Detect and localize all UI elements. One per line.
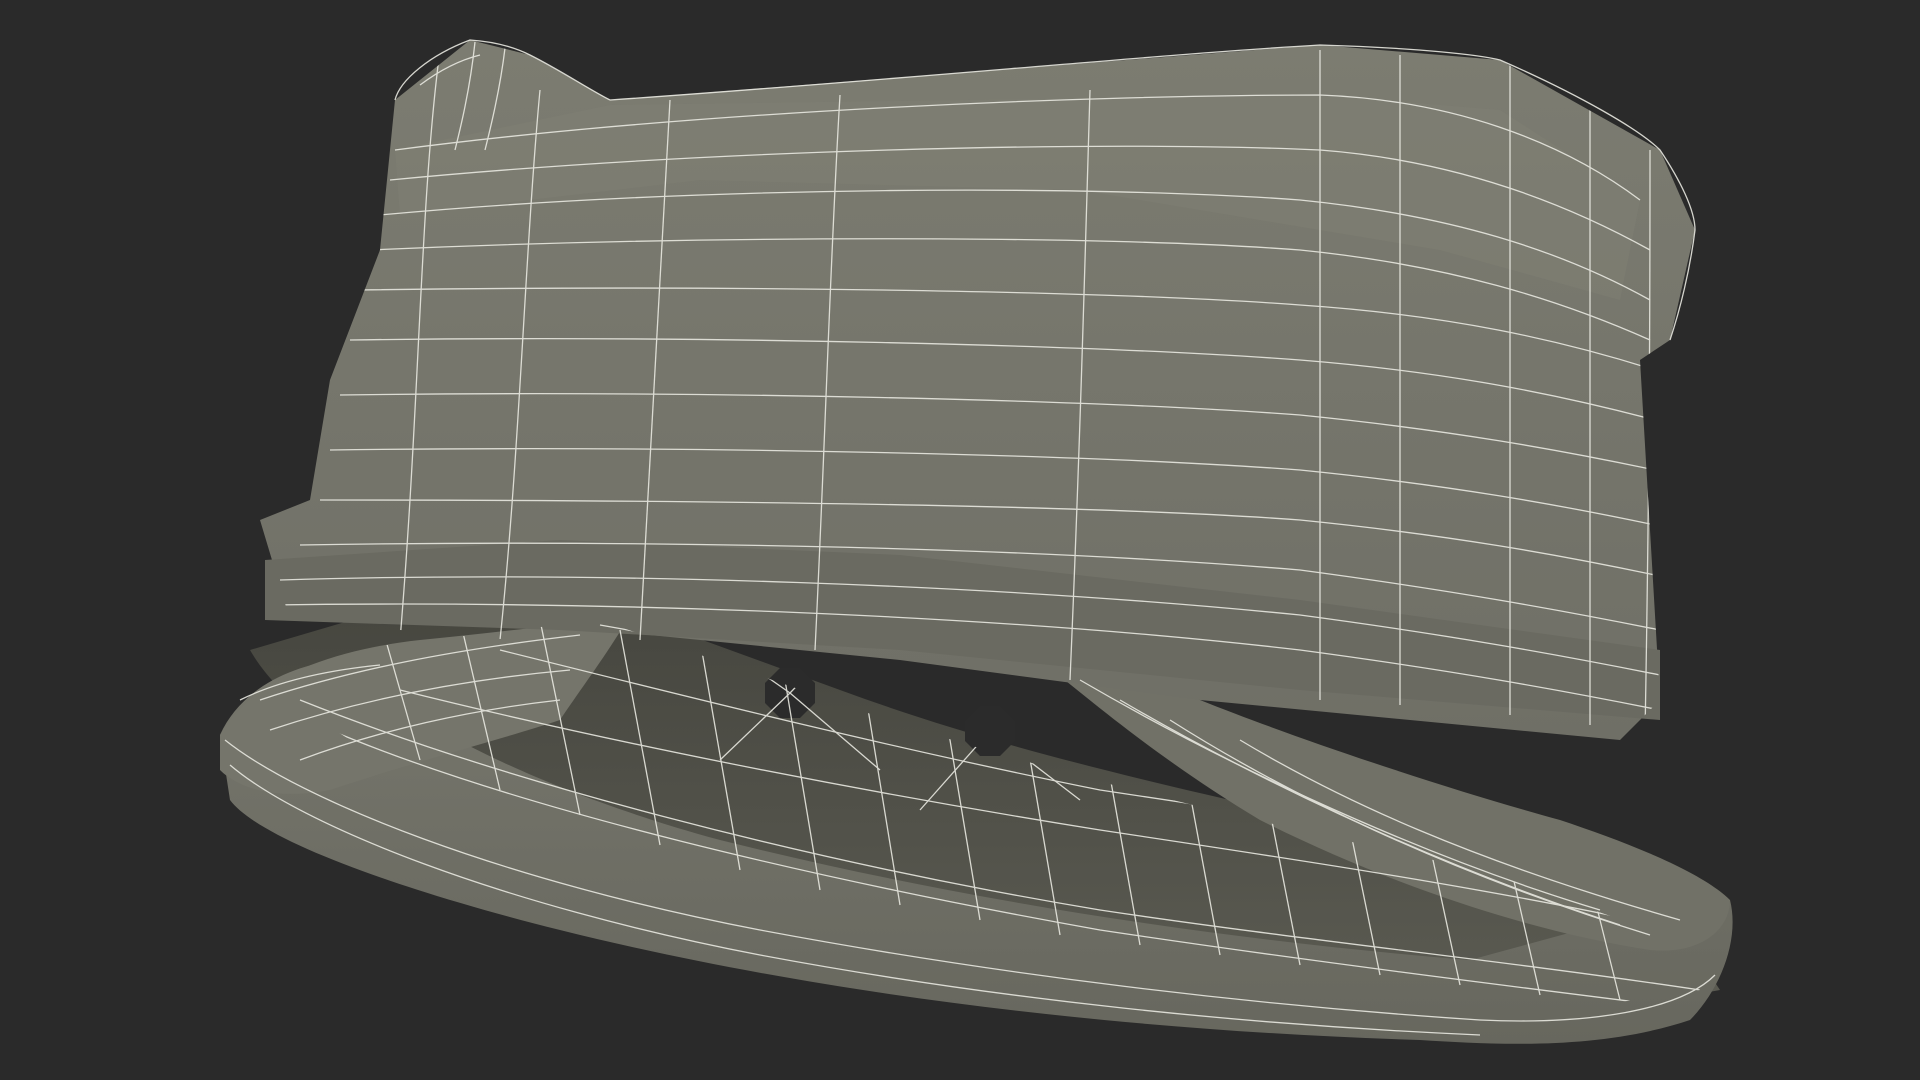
vent-hole-right xyxy=(965,706,1015,756)
render-viewport xyxy=(0,0,1920,1080)
cap-wireframe-render xyxy=(220,39,1733,1044)
